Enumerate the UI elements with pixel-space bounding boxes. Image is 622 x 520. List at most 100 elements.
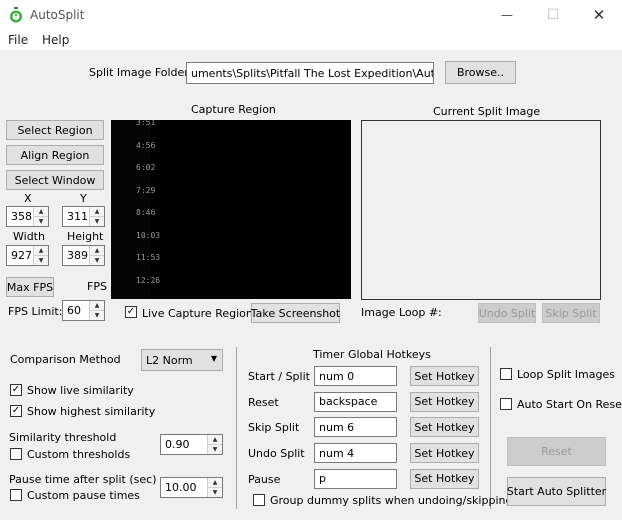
pause-time-spinbox[interactable]: 10.00 ▲ ▼ bbox=[160, 477, 223, 498]
auto-start-on-reset-label: Auto Start On Reset bbox=[517, 398, 622, 411]
pause-time-label: Pause time after split (sec) bbox=[9, 473, 157, 486]
hotkey-label: Pause bbox=[248, 472, 281, 486]
loop-split-images-checkbox[interactable] bbox=[500, 368, 512, 380]
y-value: 311 bbox=[67, 210, 88, 223]
maximize-button[interactable]: ☐ bbox=[530, 0, 576, 30]
height-value: 389 bbox=[67, 249, 88, 262]
align-region-button[interactable]: Align Region bbox=[6, 145, 104, 165]
take-screenshot-button[interactable]: Take Screenshot bbox=[251, 303, 340, 323]
live-capture-label: Live Capture Region bbox=[142, 307, 253, 320]
pause-time-spin-arrows[interactable]: ▲ ▼ bbox=[207, 478, 222, 497]
set-hotkey-button[interactable]: Set Hotkey bbox=[410, 443, 479, 464]
custom-pause-times-checkbox[interactable] bbox=[10, 489, 22, 501]
split-image-folder-value: uments\Splits\Pitfall The Lost Expeditio… bbox=[191, 66, 433, 80]
max-fps-button[interactable]: Max FPS bbox=[6, 277, 54, 297]
fps-limit-label: FPS Limit: bbox=[8, 305, 63, 318]
set-hotkey-button[interactable]: Set Hotkey bbox=[410, 391, 479, 412]
comparison-method-label: Comparison Method bbox=[10, 353, 121, 366]
checkmark-icon: ✓ bbox=[126, 306, 136, 317]
group-dummy-splits-checkbox[interactable] bbox=[253, 494, 265, 506]
fps-label: FPS bbox=[87, 280, 107, 293]
undo-split-button[interactable]: Undo Split bbox=[478, 303, 536, 323]
select-window-button[interactable]: Select Window bbox=[6, 170, 104, 190]
auto-start-on-reset-checkbox[interactable] bbox=[500, 398, 512, 410]
width-spin-arrows[interactable]: ▲ ▼ bbox=[33, 246, 48, 265]
hotkey-field[interactable]: p bbox=[314, 468, 397, 489]
x-spinbox[interactable]: 358 ▲ ▼ bbox=[6, 206, 49, 227]
similarity-threshold-label: Similarity threshold bbox=[9, 431, 117, 444]
capture-timestamp: 8:46 bbox=[136, 208, 156, 217]
window-title: AutoSplit bbox=[30, 8, 85, 22]
start-auto-splitter-button[interactable]: Start Auto Splitter bbox=[507, 477, 606, 506]
group-dummy-splits-label: Group dummy splits when undoing/skipping bbox=[270, 494, 513, 507]
custom-pause-times-label: Custom pause times bbox=[27, 489, 140, 502]
custom-thresholds-checkbox[interactable] bbox=[10, 448, 22, 460]
hotkeys-title: Timer Global Hotkeys bbox=[313, 348, 431, 361]
live-capture-checkbox[interactable]: ✓ bbox=[125, 306, 137, 318]
menu-file[interactable]: File bbox=[8, 33, 28, 47]
set-hotkey-button[interactable]: Set Hotkey bbox=[410, 366, 479, 386]
set-hotkey-button[interactable]: Set Hotkey bbox=[410, 417, 479, 438]
similarity-threshold-spinbox[interactable]: 0.90 ▲ ▼ bbox=[160, 434, 223, 455]
fps-limit-spinbox[interactable]: 60 ▲ ▼ bbox=[62, 300, 105, 321]
show-live-similarity-checkbox[interactable]: ✓ bbox=[10, 384, 22, 396]
x-value: 358 bbox=[11, 210, 32, 223]
hotkey-value: backspace bbox=[319, 395, 378, 409]
loop-split-images-label: Loop Split Images bbox=[517, 368, 615, 381]
skip-split-button[interactable]: Skip Split bbox=[542, 303, 600, 323]
capture-timestamp: 15:01 bbox=[136, 298, 160, 299]
hotkey-field[interactable]: num 4 bbox=[314, 443, 397, 464]
hotkey-label: Undo Split bbox=[248, 447, 305, 461]
hotkey-field[interactable]: backspace bbox=[314, 391, 397, 412]
close-icon: ✕ bbox=[592, 6, 606, 24]
set-hotkey-button[interactable]: Set Hotkey bbox=[410, 468, 479, 489]
browse-button[interactable]: Browse.. bbox=[445, 61, 516, 84]
split-image-folder-label: Split Image Folder: bbox=[89, 66, 193, 79]
width-spinbox[interactable]: 927 ▲ ▼ bbox=[6, 245, 49, 266]
capture-timestamp: 11:53 bbox=[136, 253, 161, 262]
x-label: X bbox=[24, 192, 32, 205]
custom-thresholds-label: Custom thresholds bbox=[27, 448, 131, 461]
capture-timestamp: 6:02 bbox=[136, 163, 156, 172]
show-highest-similarity-label: Show highest similarity bbox=[27, 405, 156, 418]
height-label: Height bbox=[67, 230, 104, 243]
capture-region-preview: 3:51 4:56 6:02 7:29 8:46 10:03 11:53 12:26 15:01 bbox=[111, 120, 351, 299]
similarity-spin-arrows[interactable]: ▲ ▼ bbox=[207, 435, 222, 454]
hotkey-value: num 4 bbox=[319, 446, 355, 460]
fps-limit-value: 60 bbox=[67, 304, 81, 317]
y-spinbox[interactable]: 311 ▲ ▼ bbox=[62, 206, 105, 227]
x-spin-arrows[interactable]: ▲ ▼ bbox=[33, 207, 48, 226]
fps-limit-spin-arrows[interactable]: ▲ ▼ bbox=[89, 301, 104, 320]
capture-region-title: Capture Region bbox=[191, 103, 276, 116]
minimize-button[interactable]: — bbox=[484, 0, 530, 30]
hotkey-label: Skip Split bbox=[248, 421, 300, 435]
height-spinbox[interactable]: 389 ▲ ▼ bbox=[62, 245, 105, 266]
width-value: 927 bbox=[11, 249, 32, 262]
checkmark-icon: ✓ bbox=[11, 405, 21, 416]
hotkey-value: num 0 bbox=[319, 369, 355, 383]
height-spin-arrows[interactable]: ▲ ▼ bbox=[89, 246, 104, 265]
image-loop-label: Image Loop #: bbox=[361, 306, 442, 319]
y-spin-arrows[interactable]: ▲ ▼ bbox=[89, 207, 104, 226]
capture-timestamp: 4:56 bbox=[136, 140, 156, 150]
hotkey-field[interactable]: num 6 bbox=[314, 417, 397, 438]
capture-timestamp: 10:03 bbox=[136, 230, 161, 240]
comparison-method-select[interactable]: L2 Norm ▼ bbox=[141, 349, 223, 371]
close-button[interactable]: ✕ bbox=[576, 0, 622, 30]
select-region-button[interactable]: Select Region bbox=[6, 120, 104, 140]
hotkey-value: p bbox=[319, 472, 326, 486]
menu-bar bbox=[0, 30, 622, 51]
hotkey-field[interactable]: num 0 bbox=[314, 366, 397, 386]
split-image-folder-field[interactable]: uments\Splits\Pitfall The Lost Expeditio… bbox=[186, 62, 434, 84]
chevron-down-icon: ▼ bbox=[210, 354, 217, 363]
menu-help[interactable]: Help bbox=[42, 33, 69, 47]
reset-button[interactable]: Reset bbox=[507, 437, 606, 466]
y-label: Y bbox=[80, 192, 87, 205]
maximize-icon: ☐ bbox=[546, 7, 560, 23]
current-split-image-title: Current Split Image bbox=[433, 105, 541, 118]
pause-time-value: 10.00 bbox=[165, 481, 197, 494]
minimize-icon: — bbox=[501, 8, 513, 22]
section-divider-right bbox=[490, 347, 491, 509]
capture-timestamp: 3:51 bbox=[136, 120, 156, 127]
show-highest-similarity-checkbox[interactable]: ✓ bbox=[10, 405, 22, 417]
